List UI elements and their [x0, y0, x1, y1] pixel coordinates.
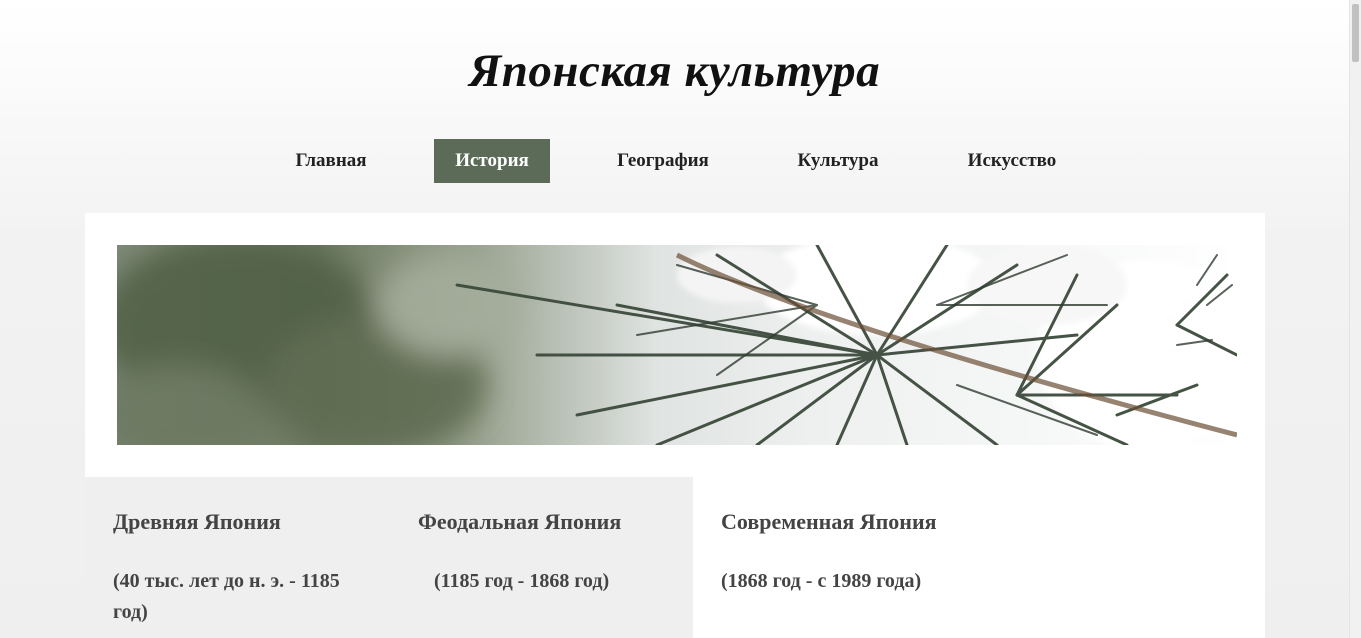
pine-branch-icon: [117, 245, 1237, 445]
page-scrollbar[interactable]: [1349, 0, 1361, 638]
nav-item-culture[interactable]: Культура: [778, 139, 898, 183]
era-ancient-title[interactable]: Древняя Япония: [113, 509, 281, 535]
nav-item-art[interactable]: Искусство: [946, 139, 1078, 183]
nav-item-history[interactable]: История: [434, 139, 550, 183]
era-ancient-dates: (40 тыс. лет до н. э. - 1185 год): [113, 570, 340, 623]
main-content: Древняя Япония (40 тыс. лет до н. э. - 1…: [85, 213, 1265, 638]
banner-image: [117, 245, 1237, 445]
eras-left-column: Древняя Япония (40 тыс. лет до н. э. - 1…: [85, 477, 693, 638]
nav-item-geography[interactable]: География: [598, 139, 728, 183]
scrollbar-thumb[interactable]: [1352, 4, 1359, 62]
nav-item-home[interactable]: Главная: [272, 139, 390, 183]
history-eras: Древняя Япония (40 тыс. лет до н. э. - 1…: [85, 477, 1265, 638]
era-modern-dates: (1868 год - с 1989 года): [721, 570, 922, 592]
era-feudal-title[interactable]: Феодальная Япония: [418, 509, 621, 535]
main-nav: Главная История География Культура Искус…: [0, 139, 1349, 183]
era-feudal-dates: (1185 год - 1868 год): [434, 570, 610, 592]
era-modern-title[interactable]: Современная Япония: [721, 509, 937, 535]
site-title: Японская культура: [468, 45, 881, 97]
eras-right-column: Современная Япония (1868 год - с 1989 го…: [693, 477, 1265, 638]
